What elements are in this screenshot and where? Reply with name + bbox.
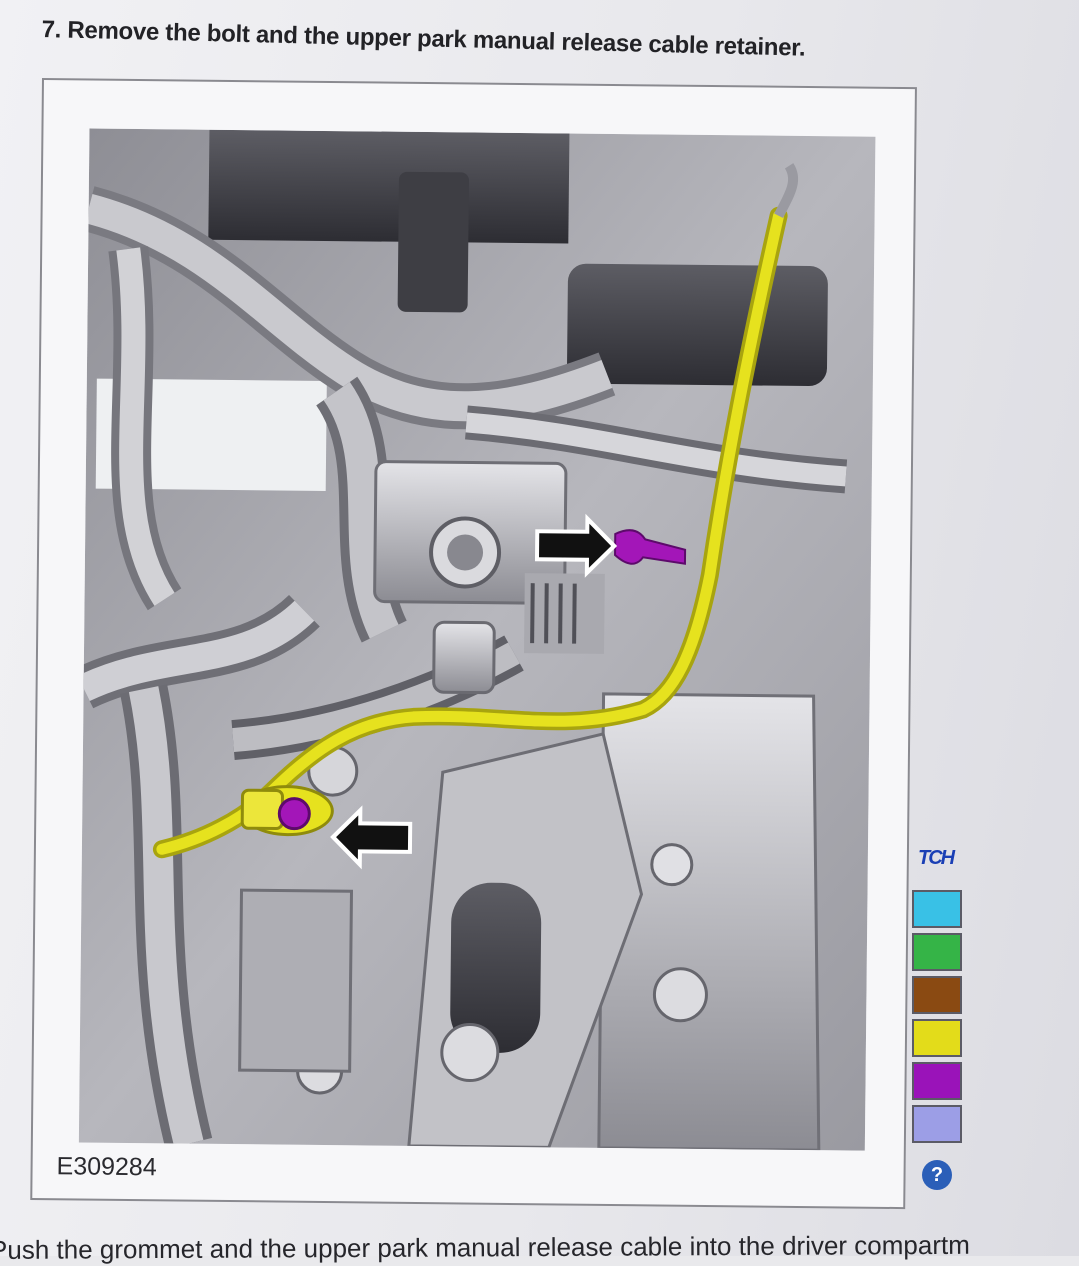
legend-swatch-4[interactable] <box>912 1019 962 1057</box>
service-manual-screen: 7. Remove the bolt and the upper park ma… <box>0 0 1079 1265</box>
figure-frame: E309284 <box>30 78 917 1210</box>
next-step-text: Push the grommet and the upper park manu… <box>0 1229 970 1265</box>
tech-icon[interactable]: TCH <box>918 846 962 870</box>
figure-id-label: E309284 <box>56 1152 157 1182</box>
lower-bolt-marker <box>277 797 311 831</box>
legend-swatch-2[interactable] <box>912 933 962 971</box>
color-legend: TCH ? <box>912 846 968 1196</box>
legend-swatches <box>912 890 966 1148</box>
step-title: 7. Remove the bolt and the upper park ma… <box>41 16 806 62</box>
legend-swatch-1[interactable] <box>912 890 962 928</box>
legend-swatch-3[interactable] <box>912 976 962 1014</box>
engine-bay-illustration <box>78 128 876 1151</box>
help-icon[interactable]: ? <box>922 1160 952 1190</box>
legend-swatch-5[interactable] <box>912 1062 962 1100</box>
legend-swatch-6[interactable] <box>912 1105 962 1143</box>
